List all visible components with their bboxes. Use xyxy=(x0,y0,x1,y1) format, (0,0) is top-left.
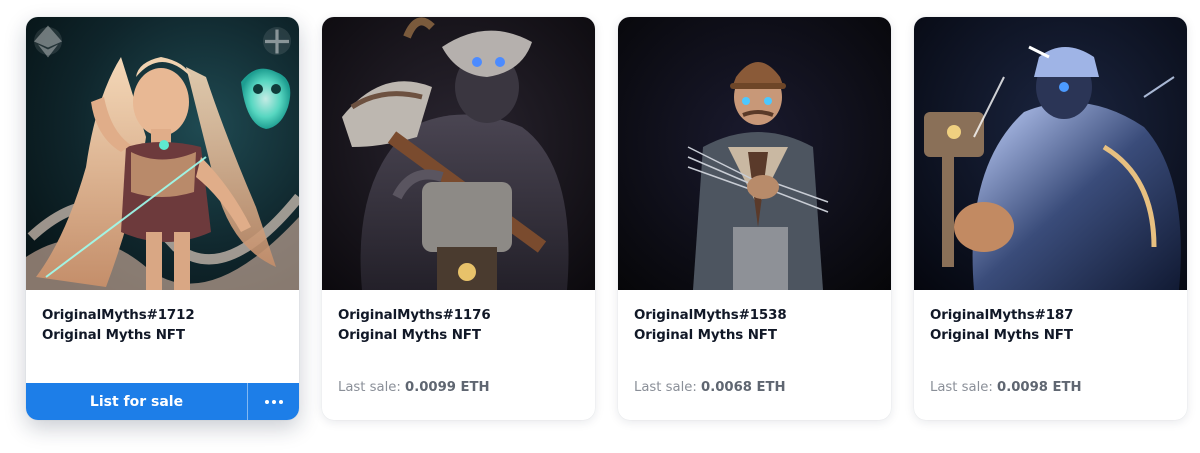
nft-card[interactable]: OriginalMyths#1712 Original Myths NFT Li… xyxy=(26,17,299,420)
last-sale: Last sale: 0.0098 ETH xyxy=(930,380,1082,395)
nft-name[interactable]: OriginalMyths#1538 xyxy=(634,306,879,326)
nft-grid: OriginalMyths#1712 Original Myths NFT Li… xyxy=(0,0,1200,453)
last-sale-value: 0.0068 ETH xyxy=(701,380,786,395)
nft-collection[interactable]: Original Myths NFT xyxy=(930,326,1175,346)
nft-collection[interactable]: Original Myths NFT xyxy=(338,326,583,346)
nft-image[interactable] xyxy=(914,17,1187,290)
last-sale-label: Last sale: xyxy=(338,380,401,395)
nft-info: OriginalMyths#187 Original Myths NFT xyxy=(930,306,1175,345)
nft-info: OriginalMyths#1712 Original Myths NFT xyxy=(42,306,287,345)
nft-name[interactable]: OriginalMyths#1176 xyxy=(338,306,583,326)
nft-card[interactable]: OriginalMyths#187 Original Myths NFT Las… xyxy=(914,17,1187,420)
ethereum-icon[interactable] xyxy=(34,25,62,57)
nft-image[interactable] xyxy=(618,17,891,290)
last-sale: Last sale: 0.0099 ETH xyxy=(338,380,490,395)
nft-artwork-thunder xyxy=(914,17,1187,290)
list-for-sale-button[interactable]: List for sale xyxy=(26,383,248,420)
ellipsis-icon xyxy=(264,399,283,404)
nft-image[interactable] xyxy=(322,17,595,290)
nft-artwork-detective xyxy=(618,17,891,290)
nft-info: OriginalMyths#1538 Original Myths NFT xyxy=(634,306,879,345)
last-sale-label: Last sale: xyxy=(930,380,993,395)
last-sale-value: 0.0098 ETH xyxy=(997,380,1082,395)
last-sale: Last sale: 0.0068 ETH xyxy=(634,380,786,395)
nft-artwork-elf xyxy=(26,17,299,290)
last-sale-value: 0.0099 ETH xyxy=(405,380,490,395)
nft-info: OriginalMyths#1176 Original Myths NFT xyxy=(338,306,583,345)
last-sale-label: Last sale: xyxy=(634,380,697,395)
nft-collection[interactable]: Original Myths NFT xyxy=(42,326,287,346)
nft-artwork-beast xyxy=(322,17,595,290)
more-options-button[interactable] xyxy=(248,383,299,420)
nft-collection[interactable]: Original Myths NFT xyxy=(634,326,879,346)
nft-card[interactable]: OriginalMyths#1538 Original Myths NFT La… xyxy=(618,17,891,420)
nft-name[interactable]: OriginalMyths#1712 xyxy=(42,306,287,326)
nft-card[interactable]: OriginalMyths#1176 Original Myths NFT La… xyxy=(322,17,595,420)
plus-icon[interactable] xyxy=(263,27,291,55)
card-actions: List for sale xyxy=(26,383,299,420)
nft-name[interactable]: OriginalMyths#187 xyxy=(930,306,1175,326)
nft-image[interactable] xyxy=(26,17,299,290)
